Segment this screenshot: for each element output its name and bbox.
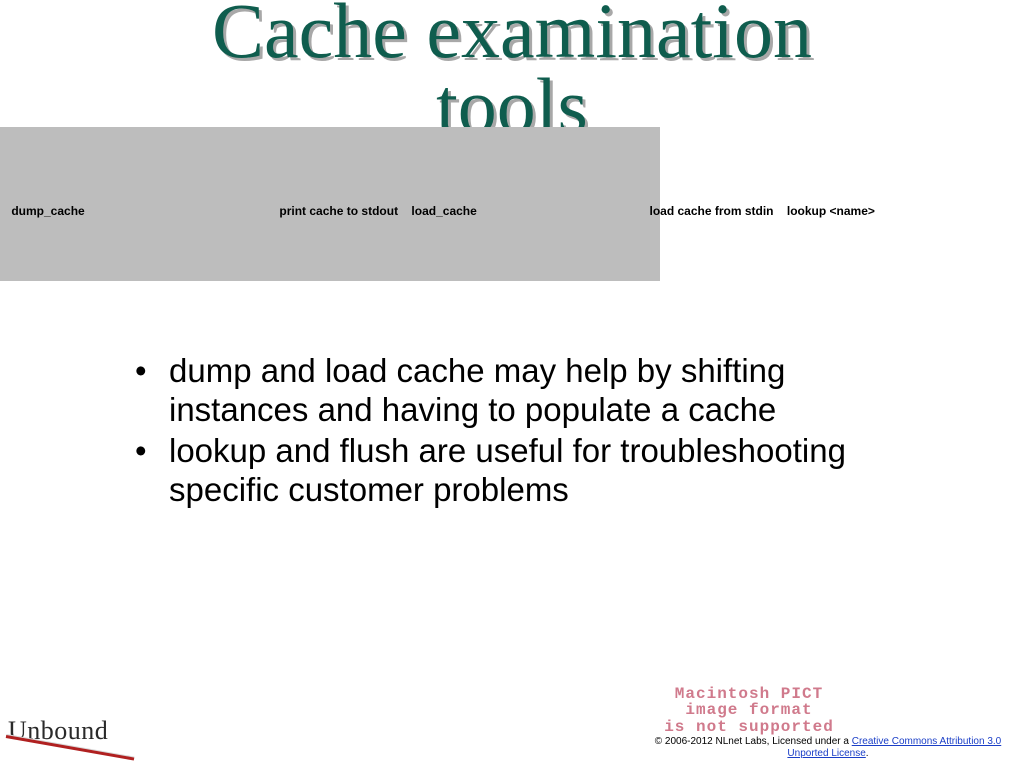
slide: Cache examination tools dump_cache print… bbox=[0, 0, 1024, 768]
body-text: dump and load cache may help by shifting… bbox=[135, 352, 925, 512]
bullet-1: dump and load cache may help by shifting… bbox=[135, 352, 925, 430]
tool-cmd-dump: dump_cache bbox=[11, 204, 84, 218]
copyright-footer: © 2006-2012 NLnet Labs, Licensed under a… bbox=[638, 736, 1018, 760]
footer-suffix: . bbox=[866, 748, 869, 759]
title-line-1: Cache examination bbox=[212, 0, 812, 74]
pict-line-3: is not supported bbox=[664, 718, 834, 736]
tool-desc-load: load cache from stdin bbox=[649, 204, 773, 218]
bullet-2: lookup and flush are useful for troubles… bbox=[135, 432, 925, 510]
pict-error-text: Macintosh PICT image format is not suppo… bbox=[644, 686, 854, 736]
tool-cmd-load: load_cache bbox=[411, 204, 476, 218]
tool-desc-dump: print cache to stdout bbox=[279, 204, 398, 218]
unbound-logo: Unbound bbox=[8, 716, 108, 746]
slide-title: Cache examination tools bbox=[0, 0, 1024, 144]
pict-line-2: image format bbox=[685, 701, 812, 719]
tool-cmd-lookup: lookup <name> bbox=[787, 204, 875, 218]
footer-prefix: © 2006-2012 NLnet Labs, Licensed under a bbox=[655, 736, 852, 747]
tools-row: dump_cache print cache to stdout load_ca… bbox=[0, 204, 1024, 218]
pict-line-1: Macintosh PICT bbox=[675, 685, 823, 703]
